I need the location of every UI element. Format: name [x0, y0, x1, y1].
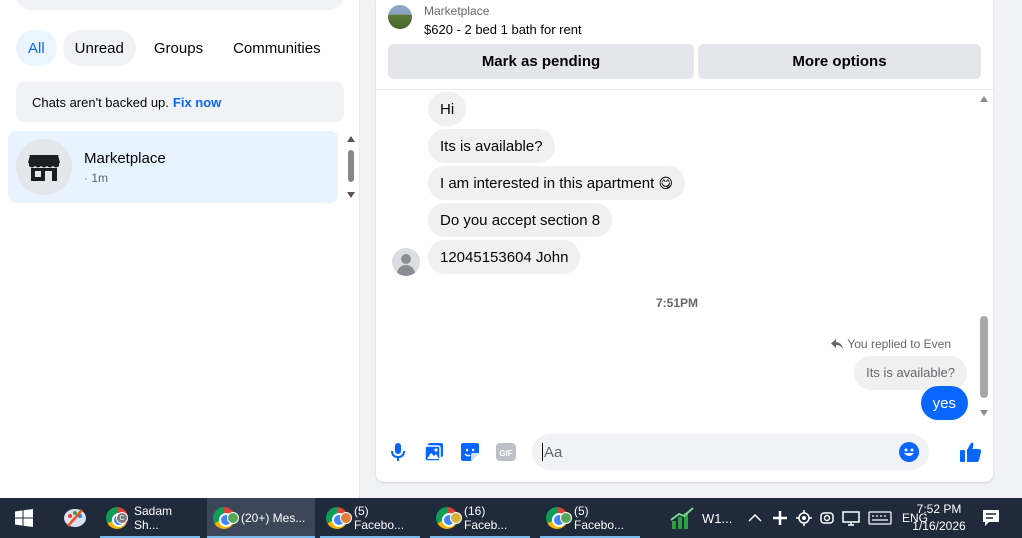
chevron-up-icon[interactable] [748, 513, 762, 523]
scroll-down-arrow-icon[interactable] [980, 410, 988, 416]
taskbar-item-stocks[interactable]: W1... [664, 498, 742, 538]
chat-list-panel: All Unread Groups Communities Chats aren… [0, 0, 360, 498]
message-bubble[interactable]: I am interested in this apartment 😋 [428, 166, 686, 200]
svg-text:GIF: GIF [499, 449, 512, 458]
profile-badge [560, 512, 572, 524]
yum-emoji-icon: 😋 [658, 174, 674, 191]
chat-name: Marketplace [84, 149, 166, 167]
chat-filters: All Unread Groups Communities [16, 30, 333, 66]
listing-title[interactable]: $620 - 2 bed 1 bath for rent [424, 22, 582, 37]
taskbar-item-chrome[interactable]: C Sadam Sh... [100, 498, 200, 538]
message-bubble[interactable]: Hi [428, 92, 467, 126]
conversation-panel: Marketplace $620 - 2 bed 1 bath for rent… [376, 0, 993, 482]
message-input-placeholder: Aa [544, 443, 563, 461]
chat-list-scrollbar[interactable] [346, 134, 356, 200]
filter-communities[interactable]: Communities [221, 30, 333, 66]
system-tray: ENG [748, 498, 928, 538]
backup-notice-text: Chats aren't backed up. [32, 94, 169, 110]
scroll-thumb[interactable] [348, 150, 354, 182]
paint-app-icon [64, 509, 86, 527]
windows-taskbar: C Sadam Sh... (20+) Mes... (5) Facebo...… [0, 498, 1022, 538]
thumbs-up-icon[interactable] [960, 442, 982, 462]
search-input[interactable] [16, 0, 344, 10]
reply-note: You replied to Even [831, 337, 951, 351]
plus-icon[interactable] [772, 510, 788, 526]
taskbar-item-chrome[interactable]: (20+) Mes... [207, 498, 315, 538]
listing-thumbnail[interactable] [388, 5, 412, 29]
taskbar-item-label: Sadam Sh... [134, 504, 173, 532]
filter-unread[interactable]: Unread [62, 30, 136, 66]
scroll-down-arrow-icon[interactable] [347, 192, 355, 198]
reply-note-text: You replied to Even [847, 337, 951, 351]
taskbar-item-label: (20+) Mes... [241, 511, 306, 525]
location-icon[interactable] [796, 510, 812, 526]
gif-icon[interactable]: GIF [496, 442, 516, 462]
mark-as-pending-button[interactable]: Mark as pending [388, 44, 694, 79]
filter-groups[interactable]: Groups [142, 30, 215, 66]
message-input[interactable]: Aa [532, 434, 929, 470]
windows-start-icon[interactable] [0, 498, 48, 538]
chat-item-marketplace[interactable]: Marketplace · 1m [8, 131, 338, 203]
message-bubble[interactable]: 12045153604 John [428, 240, 581, 274]
chat-time: · 1m [84, 170, 108, 185]
system-clock[interactable]: 7:52 PM 1/16/2026 [908, 501, 970, 535]
message-bubble[interactable]: Do you accept section 8 [428, 203, 613, 237]
photo-icon[interactable] [424, 442, 444, 462]
more-options-button[interactable]: More options [698, 44, 981, 79]
display-icon[interactable] [842, 510, 860, 526]
camera-icon[interactable] [820, 510, 834, 526]
profile-badge [450, 512, 462, 524]
sticker-icon[interactable] [460, 442, 480, 462]
fix-now-link[interactable]: Fix now [173, 95, 221, 110]
taskbar-item-label: (5) Facebo... [354, 504, 405, 532]
scroll-up-arrow-icon[interactable] [347, 136, 355, 142]
notification-center-icon[interactable] [982, 498, 1000, 538]
sender-avatar[interactable] [392, 248, 420, 276]
profile-badge: C [116, 512, 128, 524]
taskbar-item-label: (16) Faceb... [464, 504, 508, 532]
listing-header: Marketplace $620 - 2 bed 1 bath for rent… [376, 0, 993, 90]
timestamp-separator: 7:51PM [655, 296, 699, 310]
taskbar-item-chrome[interactable]: (5) Facebo... [540, 498, 640, 538]
message-text: I am interested in this apartment [440, 174, 655, 192]
filter-all[interactable]: All [16, 30, 57, 66]
message-composer: GIF Aa [376, 432, 993, 472]
profile-badge [227, 512, 239, 524]
chart-app-icon [670, 507, 694, 529]
taskbar-app-icon[interactable] [56, 498, 94, 538]
taskbar-item-label: (5) Facebo... [574, 504, 625, 532]
outgoing-message-bubble[interactable]: yes [920, 386, 968, 420]
message-bubble[interactable]: Its is available? [428, 129, 555, 163]
emoji-icon[interactable] [899, 442, 919, 466]
profile-badge [340, 512, 352, 524]
listing-category: Marketplace [424, 4, 490, 18]
clock-time: 7:52 PM [916, 502, 962, 516]
clock-date: 1/16/2026 [912, 519, 966, 533]
conversation-scrollbar[interactable] [978, 94, 990, 418]
backup-notice: Chats aren't backed up. Fix now [16, 82, 344, 122]
reply-arrow-icon [831, 339, 844, 349]
scroll-up-arrow-icon[interactable] [980, 96, 988, 102]
quoted-message[interactable]: Its is available? [854, 356, 967, 390]
taskbar-item-label: W1... [702, 510, 733, 526]
keyboard-icon[interactable] [868, 511, 892, 525]
store-icon [16, 139, 72, 195]
taskbar-item-chrome[interactable]: (5) Facebo... [320, 498, 420, 538]
microphone-icon[interactable] [388, 442, 408, 462]
taskbar-item-chrome[interactable]: (16) Faceb... [430, 498, 530, 538]
scroll-thumb[interactable] [980, 316, 988, 398]
